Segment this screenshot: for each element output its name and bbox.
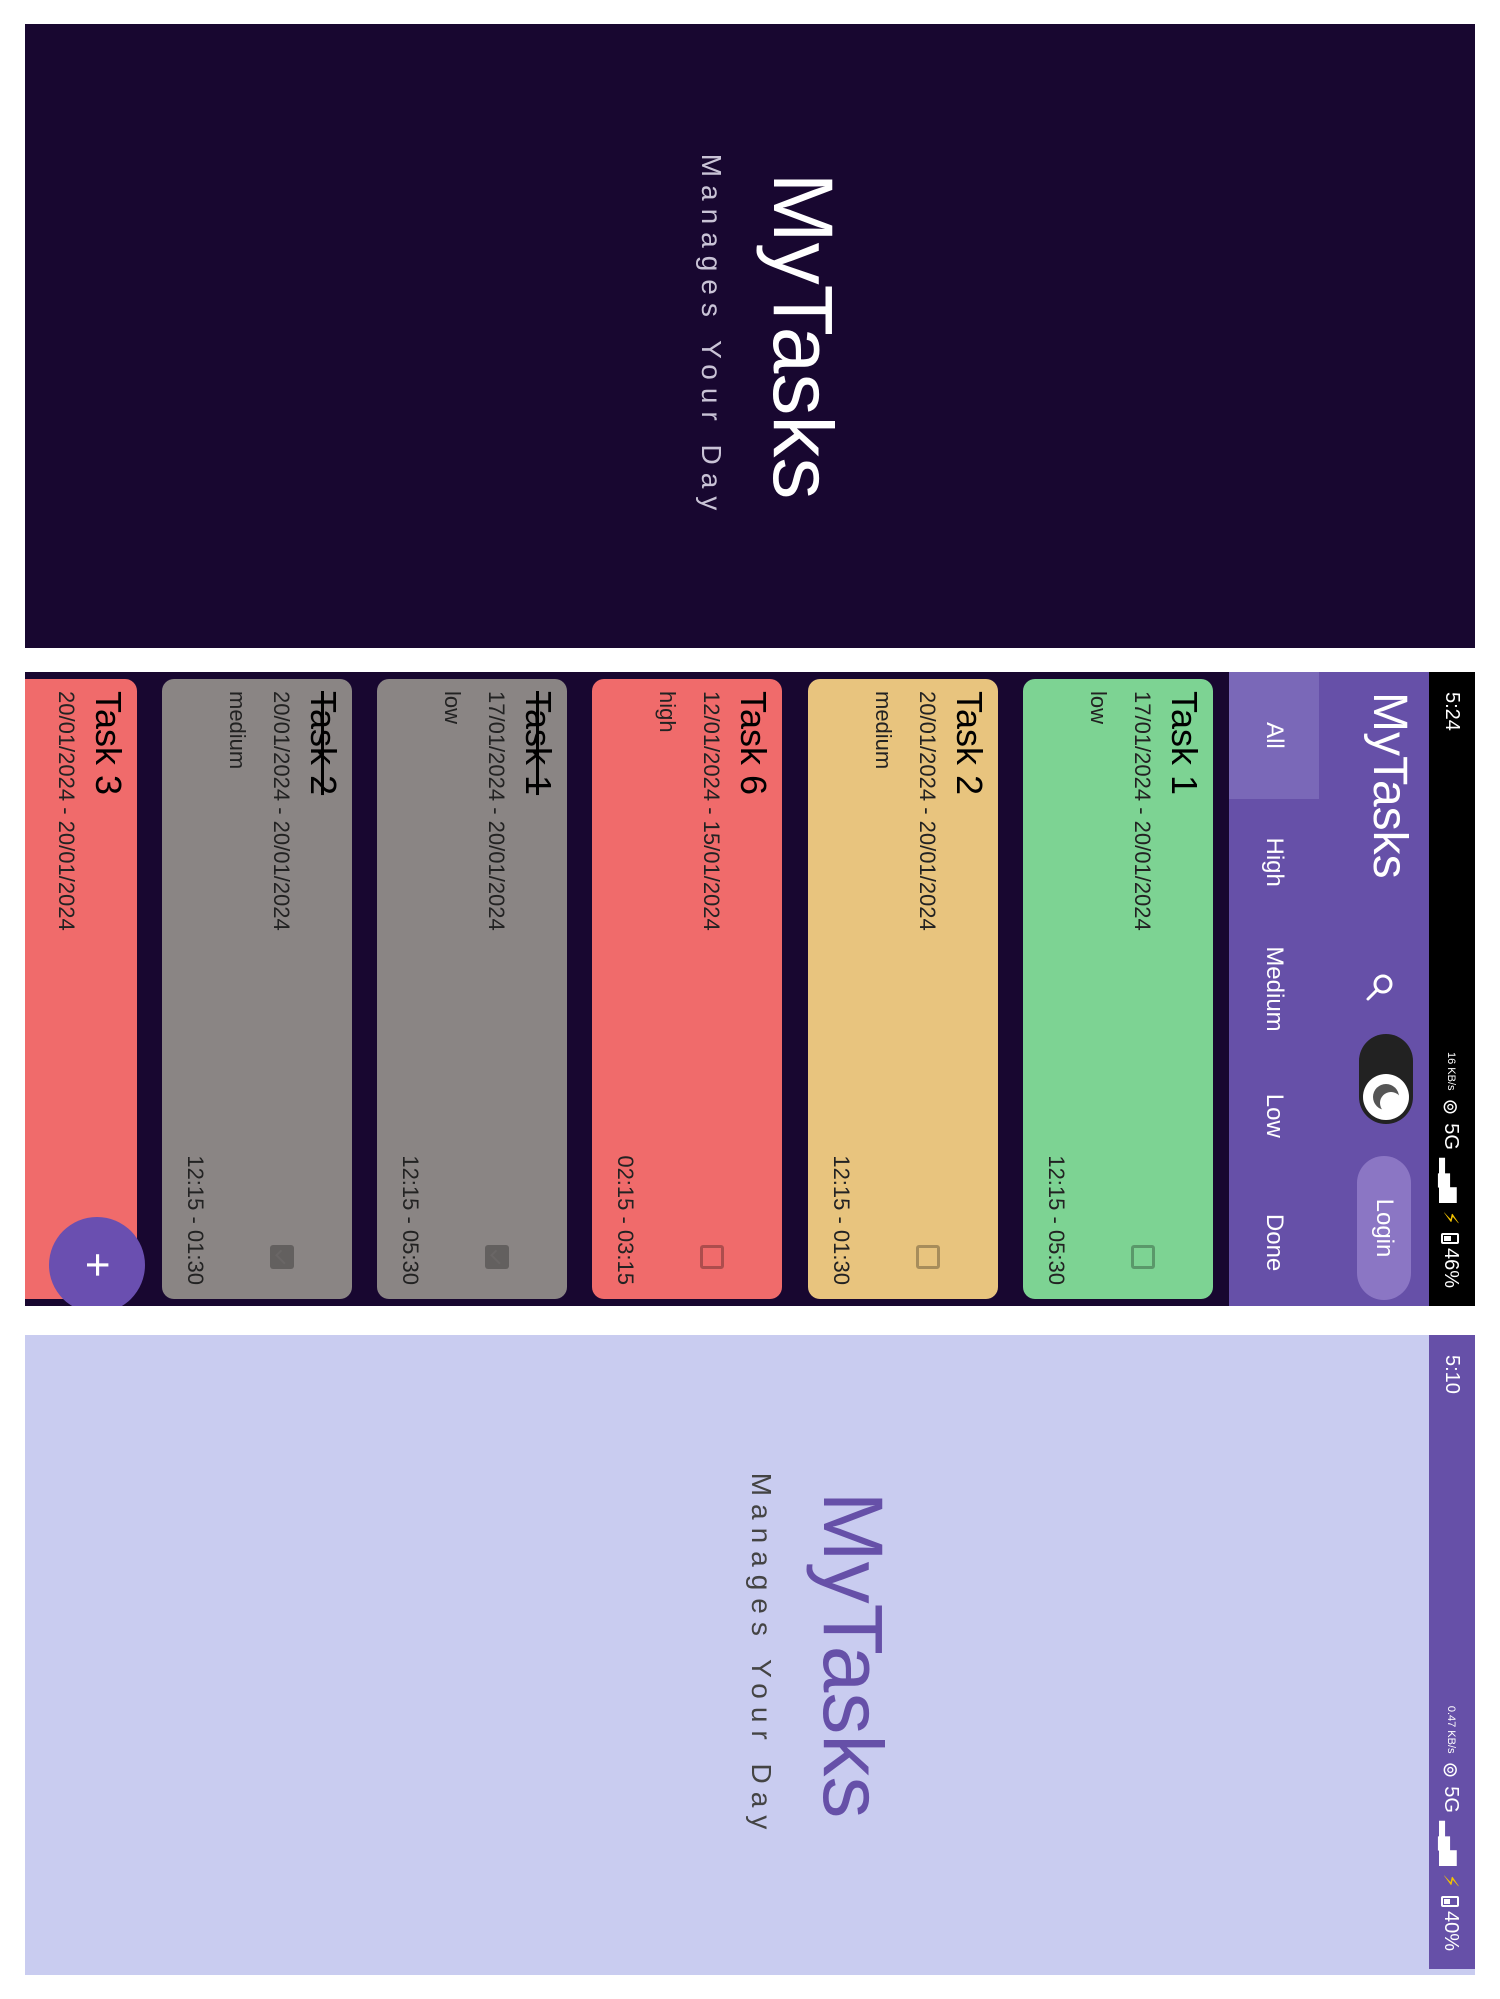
app-bar: MyTasks Login All High Medium Low Done	[1229, 672, 1429, 1306]
task-card[interactable]: Task 2 20/01/2024 - 20/01/2024 medium 12…	[808, 679, 998, 1299]
splash-title: MyTasks	[806, 1491, 900, 1819]
task-priority: high	[655, 691, 680, 733]
splash-subtitle: Manages Your Day	[696, 153, 727, 519]
task-card[interactable]: Task 6 12/01/2024 - 15/01/2024 high 02:1…	[592, 679, 782, 1299]
task-dates: 20/01/2024 - 20/01/2024	[54, 691, 79, 931]
task-card[interactable]: Task 2 20/01/2024 - 20/01/2024 medium 12…	[162, 679, 352, 1299]
network-type: 5G	[1440, 1123, 1462, 1150]
task-card[interactable]: Task 3 20/01/2024 - 20/01/2024	[25, 679, 137, 1299]
task-priority: medium	[871, 691, 896, 770]
battery-percent: 46%	[1440, 1247, 1462, 1288]
task-title: Task 6	[733, 691, 774, 796]
filter-tabs: All High Medium Low Done	[1229, 672, 1319, 1306]
signal-icon: ▂▄▆	[1439, 1157, 1461, 1203]
check-icon	[275, 1249, 290, 1265]
battery-percent: 40%	[1440, 1910, 1462, 1951]
task-dates: 12/01/2024 - 15/01/2024	[699, 691, 724, 931]
status-indicators: 0.47 KB/s ⊚ 5G ▂▄▆ ⚡ 40%	[1438, 1706, 1463, 1951]
tab-medium[interactable]: Medium	[1229, 926, 1319, 1053]
search-icon[interactable]	[1365, 972, 1395, 1002]
task-title: Task 2	[303, 691, 344, 796]
hotspot-icon: ⊚	[1439, 1761, 1461, 1779]
network-speed: 0.47 KB/s	[1445, 1705, 1457, 1754]
task-dates: 20/01/2024 - 20/01/2024	[915, 691, 940, 931]
status-time: 5:10	[1441, 1355, 1463, 1394]
task-time: 12:15 - 01:30	[829, 1155, 854, 1285]
charging-icon: ⚡	[1439, 1873, 1461, 1888]
signal-icon: ▂▄▆	[1439, 1820, 1461, 1866]
status-bar: 5:24 16 KB/s ⊚ 5G ▂▄▆ ⚡ 46%	[1429, 672, 1475, 1306]
network-speed: 16 KB/s	[1445, 1052, 1457, 1091]
task-priority: low	[1086, 691, 1111, 725]
battery-icon	[1441, 1895, 1460, 1907]
status-bar: 5:10 0.47 KB/s ⊚ 5G ▂▄▆ ⚡ 40%	[1429, 1335, 1475, 1969]
task-checkbox[interactable]	[700, 1245, 724, 1269]
splash-screen-light: 5:10 0.47 KB/s ⊚ 5G ▂▄▆ ⚡ 40% MyTasks Ma…	[25, 1335, 1475, 1975]
status-time: 5:24	[1441, 692, 1463, 731]
tab-high[interactable]: High	[1229, 799, 1319, 926]
task-time: 02:15 - 03:15	[613, 1155, 638, 1285]
task-title: Task 1	[518, 691, 559, 796]
charging-icon: ⚡	[1439, 1210, 1461, 1225]
task-title: Task 2	[949, 691, 990, 796]
check-icon	[490, 1249, 505, 1265]
task-checkbox-checked[interactable]	[270, 1245, 294, 1269]
splash-subtitle: Manages Your Day	[746, 1472, 777, 1838]
task-card[interactable]: Task 1 17/01/2024 - 20/01/2024 low 12:15…	[1023, 679, 1213, 1299]
theme-toggle[interactable]	[1359, 1034, 1413, 1124]
battery-indicator: 40%	[1439, 1895, 1462, 1951]
splash-brand: MyTasks Manages Your Day	[745, 1335, 900, 1975]
battery-icon	[1441, 1232, 1460, 1244]
task-checkbox[interactable]	[1131, 1245, 1155, 1269]
status-indicators: 16 KB/s ⊚ 5G ▂▄▆ ⚡ 46%	[1438, 1052, 1463, 1288]
login-button[interactable]: Login	[1357, 1156, 1411, 1300]
task-time: 12:15 - 01:30	[183, 1155, 208, 1285]
tab-done[interactable]: Done	[1229, 1179, 1319, 1306]
task-checkbox[interactable]	[916, 1245, 940, 1269]
task-dates: 17/01/2024 - 20/01/2024	[1130, 691, 1155, 931]
splash-screen-dark: MyTasks Manages Your Day	[25, 24, 1475, 648]
splash-title: MyTasks	[756, 172, 850, 500]
task-checkbox-checked[interactable]	[485, 1245, 509, 1269]
task-title: Task 1	[1164, 691, 1205, 796]
app-title: MyTasks	[1363, 692, 1416, 879]
task-time: 12:15 - 05:30	[1044, 1155, 1069, 1285]
task-list-screen: 5:24 16 KB/s ⊚ 5G ▂▄▆ ⚡ 46% MyTasks Logi…	[25, 672, 1475, 1306]
toggle-knob	[1363, 1074, 1409, 1120]
hotspot-icon: ⊚	[1439, 1098, 1461, 1116]
network-type: 5G	[1440, 1786, 1462, 1813]
task-dates: 20/01/2024 - 20/01/2024	[269, 691, 294, 931]
task-card[interactable]: Task 1 17/01/2024 - 20/01/2024 low 12:15…	[377, 679, 567, 1299]
add-task-button[interactable]: +	[49, 1217, 145, 1306]
task-dates: 17/01/2024 - 20/01/2024	[484, 691, 509, 931]
task-priority: medium	[225, 691, 250, 770]
splash-brand: MyTasks Manages Your Day	[695, 24, 850, 648]
task-priority: low	[440, 691, 465, 725]
task-title: Task 3	[88, 691, 129, 796]
task-time: 12:15 - 05:30	[398, 1155, 423, 1285]
tab-low[interactable]: Low	[1229, 1052, 1319, 1179]
battery-indicator: 46%	[1439, 1232, 1462, 1288]
tab-all[interactable]: All	[1229, 672, 1319, 799]
